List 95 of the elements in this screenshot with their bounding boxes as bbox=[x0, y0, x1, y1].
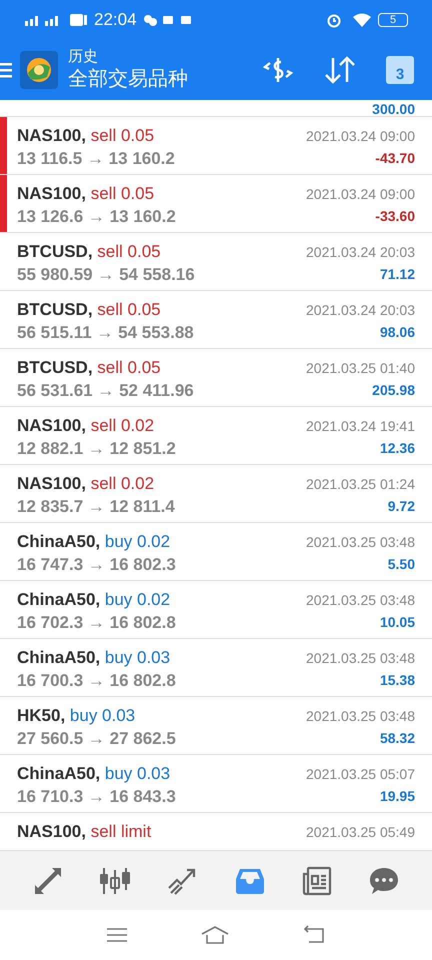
order-type-text: sell 0.05 bbox=[90, 184, 154, 203]
deal-row[interactable]: NAS100, sell 0.05 13 116.5 → 13 160.2 2021.03.24 09:00 -43.70 bbox=[0, 117, 432, 175]
order-type-text: buy 0.03 bbox=[104, 648, 170, 667]
profit-value: 19.95 bbox=[380, 788, 415, 805]
profit-value: 10.05 bbox=[380, 614, 415, 631]
profit-value: -43.70 bbox=[375, 150, 415, 167]
app-logo-icon bbox=[20, 51, 58, 89]
symbol-text: NAS100, bbox=[17, 126, 86, 145]
price-text: 13 116.5 → 13 160.2 bbox=[17, 149, 175, 169]
deal-row[interactable]: BTCUSD, sell 0.05 56 515.11 → 54 553.88 2021.03.24 20:03 98.06 bbox=[0, 291, 432, 349]
chat-bubble-icon bbox=[369, 866, 400, 896]
price-text: 13 126.6 → 13 160.2 bbox=[17, 207, 176, 227]
diagonal-arrows-icon bbox=[32, 866, 63, 896]
deal-time: 2021.03.25 03:48 bbox=[306, 650, 415, 667]
profit-value: 5.50 bbox=[388, 556, 415, 573]
profit-value: 9.72 bbox=[388, 498, 415, 515]
menu-icon[interactable] bbox=[0, 62, 12, 78]
symbol-text: NAS100, bbox=[17, 822, 86, 841]
price-text: 16 702.3 → 16 802.8 bbox=[17, 613, 176, 633]
symbol-text: NAS100, bbox=[17, 474, 86, 493]
newspaper-icon bbox=[302, 866, 332, 896]
deal-row[interactable]: ChinaA50, buy 0.03 16 710.3 → 16 843.3 2021.03.25 05:07 19.95 bbox=[0, 755, 432, 813]
order-type-text: sell 0.02 bbox=[90, 416, 154, 435]
deal-time: 2021.03.25 03:48 bbox=[306, 534, 415, 551]
deal-row[interactable]: ChinaA50, buy 0.03 16 700.3 → 16 802.8 2021.03.25 03:48 15.38 bbox=[0, 639, 432, 697]
order-type-text: buy 0.03 bbox=[70, 706, 136, 725]
symbol-text: NAS100, bbox=[17, 416, 86, 435]
symbol-text: ChinaA50, bbox=[17, 764, 100, 783]
inbox-icon bbox=[234, 866, 265, 894]
price-text: 12 882.1 → 12 851.2 bbox=[17, 439, 176, 459]
deal-row[interactable]: ChinaA50, buy 0.02 16 702.3 → 16 802.8 2021.03.25 03:48 10.05 bbox=[0, 581, 432, 639]
symbol-text: HK50, bbox=[17, 706, 66, 725]
deal-time: 2021.03.24 09:00 bbox=[306, 186, 415, 203]
status-time: 22:04 bbox=[94, 9, 137, 32]
price-text: 56 531.61 → 52 411.96 bbox=[17, 381, 194, 401]
currency-exchange-icon[interactable] bbox=[262, 55, 294, 85]
screen-title: 全部交易品种 bbox=[68, 66, 188, 92]
symbol-text: NAS100, bbox=[17, 184, 86, 203]
deal-time: 2021.03.24 20:03 bbox=[306, 302, 415, 319]
profit-value: -33.60 bbox=[375, 208, 415, 225]
deal-row[interactable]: HK50, buy 0.03 27 560.5 → 27 862.5 2021.03.25 03:48 58.32 bbox=[0, 697, 432, 755]
battery-icon: 5 bbox=[378, 13, 408, 27]
order-type-text: sell limit bbox=[90, 822, 152, 841]
deal-time: 2021.03.25 05:07 bbox=[306, 766, 415, 783]
order-type-text: sell 0.05 bbox=[90, 126, 154, 145]
sort-icon[interactable] bbox=[324, 56, 356, 84]
symbol-text: BTCUSD, bbox=[17, 358, 93, 377]
deal-time: 2021.03.25 05:49 bbox=[306, 824, 415, 841]
symbol-text: ChinaA50, bbox=[17, 648, 100, 667]
symbol-text: ChinaA50, bbox=[17, 590, 100, 609]
price-text: 12 835.7 → 12 811.4 bbox=[17, 497, 175, 517]
profit-value: 71.12 bbox=[380, 266, 415, 283]
profit-value: 98.06 bbox=[380, 324, 415, 341]
order-type-text: sell 0.05 bbox=[97, 300, 161, 319]
price-text: 16 710.3 → 16 843.3 bbox=[17, 787, 176, 807]
profit-value: 300.00 bbox=[372, 102, 415, 116]
order-type-text: sell 0.02 bbox=[90, 474, 154, 493]
deal-time: 2021.03.25 03:48 bbox=[306, 592, 415, 609]
price-text: 56 515.11 → 54 553.88 bbox=[17, 323, 194, 343]
profit-value: 58.32 bbox=[380, 730, 415, 747]
deal-time: 2021.03.25 03:48 bbox=[306, 708, 415, 725]
profit-value: 15.38 bbox=[380, 672, 415, 689]
profit-value: 12.36 bbox=[380, 440, 415, 457]
symbol-text: ChinaA50, bbox=[17, 532, 100, 551]
price-text: 16 747.3 → 16 802.3 bbox=[17, 555, 176, 575]
order-type-text: buy 0.03 bbox=[104, 764, 170, 783]
deal-row[interactable]: NAS100, sell 0.02 12 835.7 → 12 811.4 2021.03.25 01:24 9.72 bbox=[0, 465, 432, 523]
order-type-text: buy 0.02 bbox=[104, 532, 170, 551]
symbol-text: BTCUSD, bbox=[17, 242, 93, 261]
candlestick-icon bbox=[98, 866, 131, 896]
price-text: 55 980.59 → 54 558.16 bbox=[17, 265, 195, 285]
deal-row[interactable]: NAS100, sell 0.02 12 882.1 → 12 851.2 2021.03.24 19:41 12.36 bbox=[0, 407, 432, 465]
deal-row[interactable]: NAS100, sell 0.05 13 126.6 → 13 160.2 2021.03.24 09:00 -33.60 bbox=[0, 175, 432, 233]
deal-row[interactable]: ChinaA50, buy 0.02 16 747.3 → 16 802.3 2021.03.25 03:48 5.50 bbox=[0, 523, 432, 581]
order-type-text: sell 0.05 bbox=[97, 242, 161, 261]
screen-subtitle: 历史 bbox=[68, 48, 99, 67]
deal-time: 2021.03.24 09:00 bbox=[306, 128, 415, 145]
deal-time: 2021.03.25 01:40 bbox=[306, 360, 415, 377]
profit-value: 205.98 bbox=[372, 382, 415, 399]
deal-row[interactable]: BTCUSD, sell 0.05 56 531.61 → 52 411.96 2021.03.25 01:40 205.98 bbox=[0, 349, 432, 407]
back-icon[interactable] bbox=[302, 925, 326, 945]
price-text: 27 560.5 → 27 862.5 bbox=[17, 729, 176, 749]
menu-icon[interactable] bbox=[106, 927, 128, 943]
symbol-text: BTCUSD, bbox=[17, 300, 93, 319]
deal-time: 2021.03.24 20:03 bbox=[306, 244, 415, 261]
home-icon[interactable] bbox=[200, 925, 230, 945]
wifi-icon bbox=[352, 12, 372, 28]
hd-icon bbox=[70, 14, 88, 26]
order-type-text: buy 0.02 bbox=[104, 590, 170, 609]
order-type-text: sell 0.05 bbox=[97, 358, 161, 377]
alarm-icon bbox=[326, 12, 342, 28]
deal-time: 2021.03.25 01:24 bbox=[306, 476, 415, 493]
deal-time: 2021.03.24 19:41 bbox=[306, 418, 415, 435]
price-text: 16 700.3 → 16 802.8 bbox=[17, 671, 176, 691]
deal-row[interactable]: BTCUSD, sell 0.05 55 980.59 → 54 558.16 2021.03.24 20:03 71.12 bbox=[0, 233, 432, 291]
